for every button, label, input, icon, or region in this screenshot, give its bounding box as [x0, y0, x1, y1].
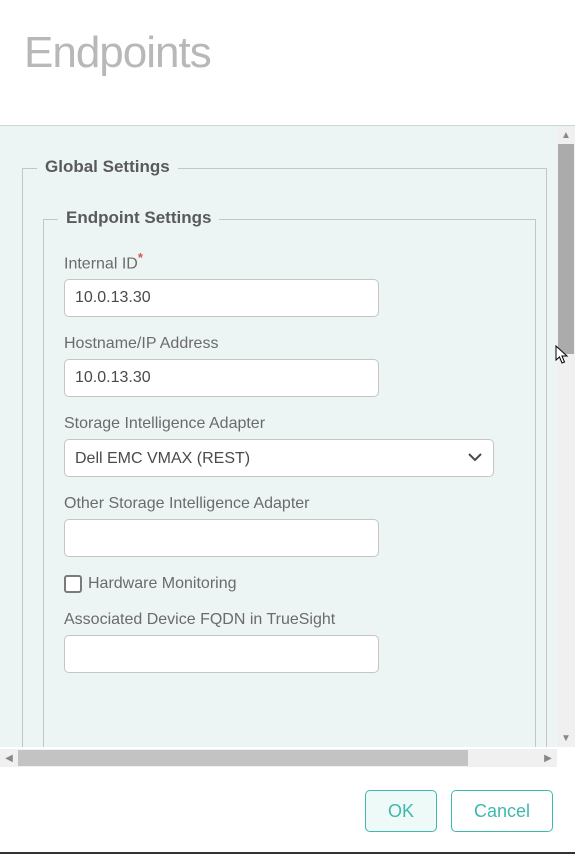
hostname-label: Hostname/IP Address: [64, 335, 515, 353]
internal-id-input[interactable]: [64, 279, 379, 317]
storage-adapter-select[interactable]: Dell EMC VMAX (REST): [64, 439, 494, 477]
horizontal-scroll-thumb[interactable]: [18, 750, 468, 766]
page-title: Endpoints: [0, 0, 575, 106]
internal-id-label-text: Internal ID: [64, 255, 138, 272]
scroll-area: Global Settings Endpoint Settings Intern…: [0, 126, 557, 747]
associated-fqdn-input[interactable]: [64, 635, 379, 673]
required-star-icon: *: [138, 250, 143, 265]
hardware-monitoring-label: Hardware Monitoring: [88, 575, 237, 593]
storage-adapter-label: Storage Intelligence Adapter: [64, 415, 515, 433]
content-viewport: Global Settings Endpoint Settings Intern…: [0, 125, 575, 747]
endpoint-settings-legend: Endpoint Settings: [58, 208, 219, 228]
footer-bar: OK Cancel: [0, 770, 575, 854]
other-adapter-row: Other Storage Intelligence Adapter: [64, 495, 515, 557]
associated-fqdn-row: Associated Device FQDN in TrueSight: [64, 611, 515, 673]
hardware-monitoring-row[interactable]: Hardware Monitoring: [64, 575, 515, 593]
hostname-input[interactable]: [64, 359, 379, 397]
scroll-right-arrow-icon[interactable]: ▶: [539, 749, 557, 767]
ok-button[interactable]: OK: [365, 790, 437, 832]
horizontal-scrollbar[interactable]: ◀ ▶: [0, 749, 557, 767]
internal-id-label: Internal ID*: [64, 250, 515, 273]
storage-adapter-row: Storage Intelligence Adapter Dell EMC VM…: [64, 415, 515, 477]
associated-fqdn-label: Associated Device FQDN in TrueSight: [64, 611, 515, 629]
other-adapter-input[interactable]: [64, 519, 379, 557]
global-settings-legend: Global Settings: [37, 157, 178, 177]
hardware-monitoring-checkbox[interactable]: [64, 575, 82, 593]
endpoint-settings-fieldset: Endpoint Settings Internal ID* Hostname/…: [43, 219, 536, 747]
hostname-row: Hostname/IP Address: [64, 335, 515, 397]
cancel-button[interactable]: Cancel: [451, 790, 553, 832]
scroll-down-arrow-icon[interactable]: ▼: [557, 729, 575, 747]
internal-id-row: Internal ID*: [64, 250, 515, 317]
scroll-left-arrow-icon[interactable]: ◀: [0, 749, 18, 767]
vertical-scroll-thumb[interactable]: [558, 144, 574, 354]
other-adapter-label: Other Storage Intelligence Adapter: [64, 495, 515, 513]
vertical-scrollbar[interactable]: ▲ ▼: [557, 126, 575, 747]
global-settings-fieldset: Global Settings Endpoint Settings Intern…: [22, 168, 547, 747]
scroll-up-arrow-icon[interactable]: ▲: [557, 126, 575, 144]
